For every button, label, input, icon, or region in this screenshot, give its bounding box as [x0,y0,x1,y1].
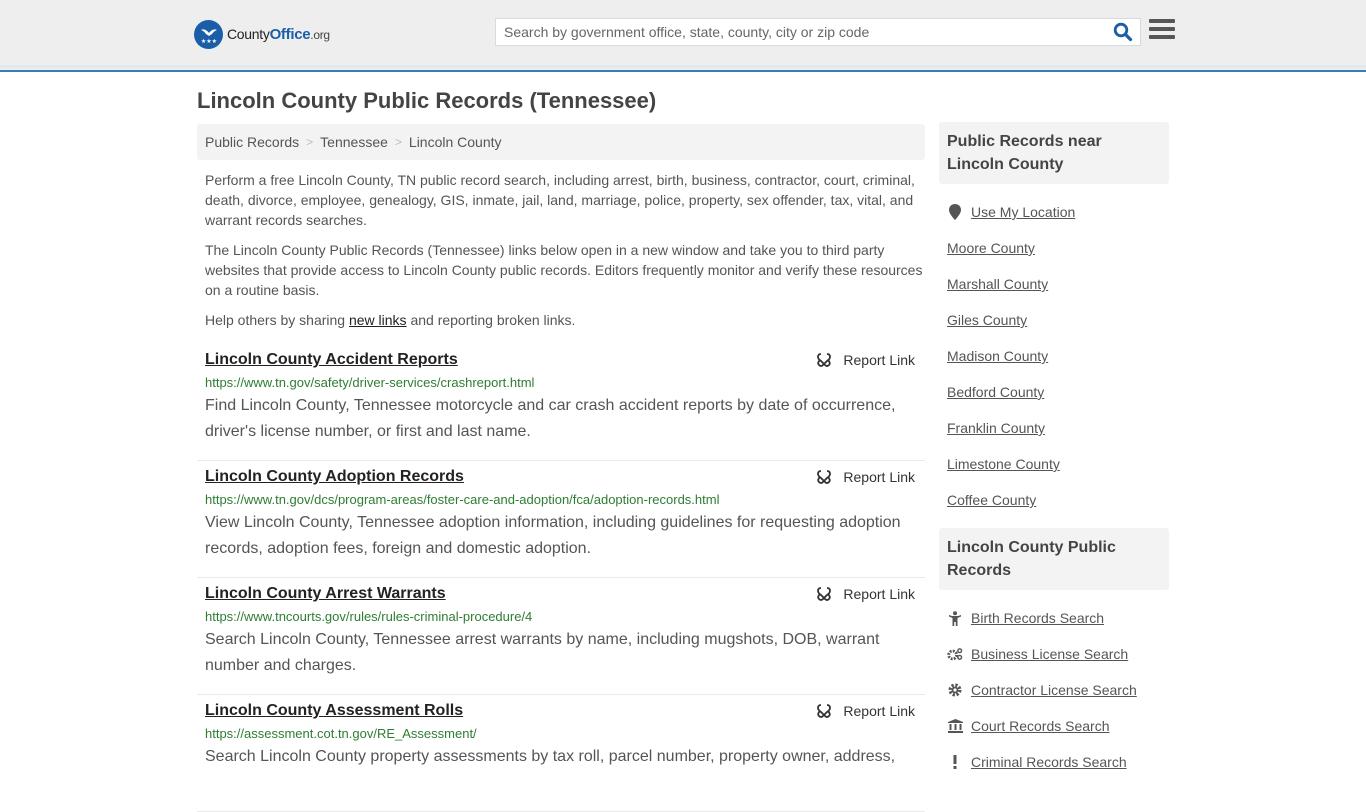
report-link-button[interactable]: Report Link [816,586,915,602]
nearby-county-item: Bedford County [947,374,1161,410]
logo-text: CountyOffice.org [227,26,330,43]
county-records-list: Birth Records Search Business License Se… [939,590,1169,780]
record-description: Search Lincoln County property assessmen… [205,748,896,765]
record-description: Find Lincoln County, Tennessee motorcycl… [205,397,896,440]
birth-records-link[interactable]: Birth Records Search [971,610,1104,626]
county-record-item: Business License Search [947,636,1161,672]
record-title-link[interactable]: Lincoln County Arrest Warrants [205,584,446,604]
child-icon [947,610,963,626]
record-url[interactable]: https://www.tn.gov/dcs/program-areas/fos… [205,491,917,509]
report-link-button[interactable]: Report Link [816,703,915,719]
intro-paragraph: Help others by sharing new links and rep… [205,312,576,328]
nearby-county-item: Marshall County [947,266,1161,302]
report-link-button[interactable]: Report Link [816,352,915,368]
nearby-county-item: Giles County [947,302,1161,338]
new-links-link[interactable]: new links [349,312,407,328]
use-my-location-item: Use My Location [947,194,1161,230]
record-item: Lincoln County Arrest Warrants Report Li… [197,578,925,695]
eagle-logo-icon: ★★★ [194,20,223,49]
sidebar: Public Records near Lincoln County Use M… [939,122,1169,780]
hamburger-menu-icon[interactable] [1149,19,1175,43]
breadcrumb: Public Records > Tennessee > Lincoln Cou… [197,124,925,160]
contractor-license-link[interactable]: Contractor License Search [971,682,1137,698]
nearby-counties-list: Use My Location Moore County Marshall Co… [939,184,1169,518]
record-title-link[interactable]: Lincoln County Adoption Records [205,467,464,487]
nearby-county-item: Limestone County [947,446,1161,482]
search-icon [1113,22,1133,42]
county-records-heading: Lincoln County Public Records [939,528,1169,590]
intro-text: Perform a free Lincoln County, TN public… [205,170,925,340]
nearby-county-link[interactable]: Franklin County [947,420,1045,436]
record-item: Lincoln County Accident Reports Report L… [197,344,925,461]
report-link-button[interactable]: Report Link [816,469,915,485]
courthouse-icon [947,719,963,733]
broken-link-icon [817,353,832,367]
exclamation-icon [947,755,963,769]
nearby-county-item: Coffee County [947,482,1161,518]
broken-link-icon [817,704,832,718]
record-description: View Lincoln County, Tennessee adoption … [205,514,901,557]
use-my-location-link[interactable]: Use My Location [971,204,1075,220]
business-license-link[interactable]: Business License Search [971,646,1128,662]
record-item: Lincoln County Assessment Rolls Report L… [197,695,925,812]
nearby-records-heading: Public Records near Lincoln County [939,122,1169,184]
nearby-county-item: Moore County [947,230,1161,266]
site-header: ★★★ CountyOffice.org [0,0,1366,72]
record-url[interactable]: https://www.tn.gov/safety/driver-service… [205,374,917,392]
intro-paragraph: The Lincoln County Public Records (Tenne… [205,242,923,298]
nearby-county-item: Franklin County [947,410,1161,446]
county-record-item: Contractor License Search [947,672,1161,708]
gear-icon [947,683,963,697]
gears-icon [947,647,963,661]
nearby-county-link[interactable]: Marshall County [947,276,1048,292]
record-url[interactable]: https://assessment.cot.tn.gov/RE_Assessm… [205,725,917,743]
nearby-county-item: Madison County [947,338,1161,374]
breadcrumb-tennessee[interactable]: Tennessee [320,134,388,150]
search-button[interactable] [1106,19,1140,45]
county-record-item: Court Records Search [947,708,1161,744]
breadcrumb-separator: > [394,135,402,149]
record-title-link[interactable]: Lincoln County Assessment Rolls [205,701,463,721]
nearby-county-link[interactable]: Moore County [947,240,1035,256]
county-record-item: Birth Records Search [947,600,1161,636]
svg-text:★★★: ★★★ [200,38,216,45]
nearby-county-link[interactable]: Coffee County [947,492,1036,508]
page-title: Lincoln County Public Records (Tennessee… [197,88,657,113]
map-marker-icon [947,204,963,220]
breadcrumb-public-records[interactable]: Public Records [205,134,299,150]
site-logo[interactable]: ★★★ CountyOffice.org [194,20,330,49]
record-item: Lincoln County Adoption Records Report L… [197,461,925,578]
breadcrumb-separator: > [306,135,314,149]
records-list: Lincoln County Accident Reports Report L… [197,344,925,812]
county-record-item: Criminal Records Search [947,744,1161,780]
breadcrumb-lincoln-county[interactable]: Lincoln County [409,134,502,150]
nearby-county-link[interactable]: Giles County [947,312,1027,328]
record-url[interactable]: https://www.tncourts.gov/rules/rules-cri… [205,608,917,626]
broken-link-icon [817,470,832,484]
search-bar [495,18,1141,46]
nearby-county-link[interactable]: Bedford County [947,384,1044,400]
nearby-county-link[interactable]: Limestone County [947,456,1060,472]
record-description: Search Lincoln County, Tennessee arrest … [205,631,880,674]
intro-paragraph: Perform a free Lincoln County, TN public… [205,172,915,228]
broken-link-icon [817,587,832,601]
nearby-county-link[interactable]: Madison County [947,348,1048,364]
record-title-link[interactable]: Lincoln County Accident Reports [205,350,458,370]
search-input[interactable] [496,19,1106,45]
court-records-link[interactable]: Court Records Search [971,718,1110,734]
